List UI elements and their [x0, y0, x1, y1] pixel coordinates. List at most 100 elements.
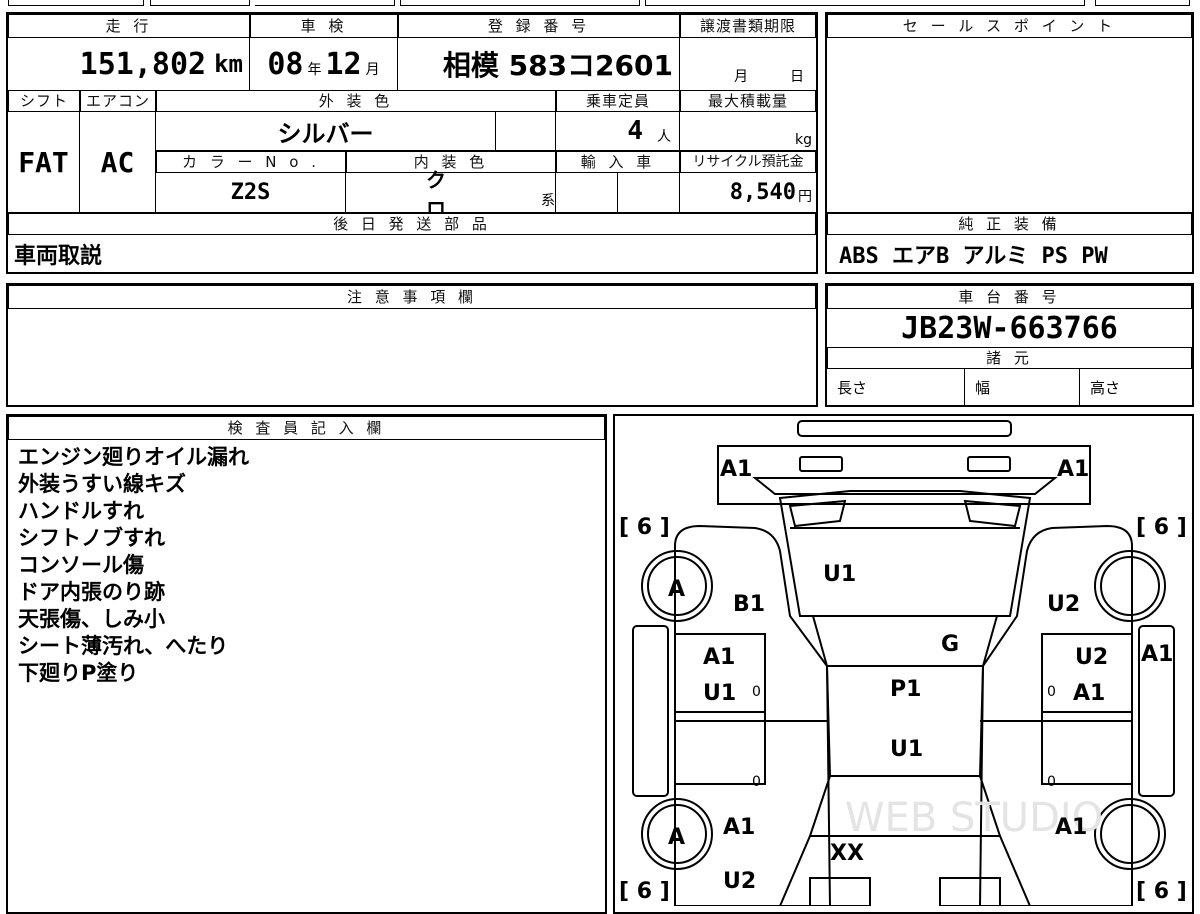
year-unit: 年: [307, 62, 322, 78]
tire-fr-label: [ 6 ]: [1136, 515, 1187, 540]
rear-right-label: A1: [1055, 815, 1087, 840]
recycle-fee-header: リサイクル預託金: [680, 151, 816, 173]
left-front-door-label-2: U1: [703, 681, 736, 706]
left-lamp-shape: [799, 456, 843, 472]
inspection-month: 12: [325, 46, 362, 82]
inspector-notes-list: エンジン廻りオイル漏れ 外装うすい線キズ ハンドルすれ シフトノブすれ コンソー…: [8, 444, 598, 687]
top-strip-4: [400, 0, 640, 6]
registration-value: 相模 583コ2601: [442, 49, 673, 82]
left-fender-label: B1: [733, 592, 765, 617]
inspector-note: ドア内張のり跡: [18, 580, 165, 604]
inspection-header: 車 検: [250, 14, 398, 38]
tire-fl-label: [ 6 ]: [619, 515, 670, 540]
inspector-note: シート薄汚れ、へたり: [18, 634, 229, 658]
inspector-note: 外装うすい線キズ: [18, 472, 186, 496]
spec-height-label: 高さ: [1090, 378, 1121, 397]
front-right-label: A1: [1057, 457, 1089, 482]
right-side-label: A1: [1141, 642, 1173, 667]
right-front-door-label-1: U2: [1075, 645, 1108, 670]
top-strip-2: [150, 0, 250, 6]
shift-header: シフト: [8, 90, 80, 112]
spec-width-label: 幅: [975, 378, 991, 397]
sales-point-box: セ ー ル ス ポ イ ン ト 純 正 装 備 ABS エアB アルミ PS P…: [825, 12, 1194, 274]
wheel-fr-shape: [1094, 550, 1166, 622]
aircon-cell: AC: [80, 112, 156, 212]
chassis-box: 車 台 番 号 JB23W-663766 諸 元 長さ 幅 高さ: [825, 283, 1194, 407]
tire-fr-value: 6: [1154, 515, 1169, 540]
chassis-no-cell: JB23W-663766: [827, 309, 1192, 347]
max-load-unit: kg: [795, 132, 812, 148]
transfer-deadline-header: 譲渡書類期限: [680, 14, 816, 38]
rear-left-bottom-label: U2: [723, 869, 756, 894]
later-parts-cell: 車両取説: [8, 235, 816, 272]
later-parts-header: 後 日 発 送 部 品: [8, 213, 816, 235]
inspection-year: 08: [267, 46, 304, 82]
right-front-door-label-2: A1: [1073, 681, 1105, 706]
top-strip-3: [255, 0, 395, 6]
later-parts-value: 車両取説: [14, 243, 103, 269]
door-mark-rl: 0: [752, 774, 761, 790]
mileage-header: 走 行: [8, 14, 250, 38]
top-strip-5: [645, 0, 1085, 6]
spec-height-cell: 高さ: [1080, 369, 1192, 405]
inspector-note: シフトノブすれ: [18, 526, 165, 550]
wheel-rr-shape: [1094, 798, 1166, 870]
exterior-color-value: シルバー: [277, 119, 374, 148]
recycle-unit: 円: [798, 188, 812, 205]
mileage-value: 151,802: [79, 46, 207, 82]
import-cell-1: [556, 173, 618, 212]
vehicle-info-box: 走 行 車 検 登 録 番 号 譲渡書類期限 151,802 km 08 年 1…: [6, 12, 818, 274]
left-step-shape: [632, 625, 669, 797]
tire-rl-value: 6: [637, 879, 652, 904]
door-mark-rr: 0: [1047, 774, 1056, 790]
inspection-cell: 08 年 12 月: [250, 38, 398, 90]
windshield-label: G: [941, 632, 959, 657]
tire-rr-value: 6: [1154, 879, 1169, 904]
sales-point-body: [827, 38, 1192, 213]
door-mark-fr: 0: [1047, 684, 1056, 700]
right-fender-label: U2: [1047, 592, 1080, 617]
specs-header: 諸 元: [827, 347, 1192, 369]
color-no-cell: Z2S: [156, 173, 346, 212]
chassis-no-header: 車 台 番 号: [827, 285, 1192, 309]
top-strip-6: [1095, 0, 1190, 6]
left-front-door-label-1: A1: [703, 645, 735, 670]
recycle-fee-cell: 8,540 円: [680, 173, 816, 212]
transfer-month-unit: 月: [734, 69, 748, 85]
spec-length-label: 長さ: [837, 378, 868, 397]
transfer-day-unit: 日: [790, 69, 804, 85]
right-lamp-shape: [967, 456, 1011, 472]
shift-cell: FAT: [8, 112, 80, 212]
max-load-cell: kg: [680, 112, 816, 150]
interior-color-cell: クロ 系: [346, 168, 556, 221]
roof-rear-label: U1: [890, 737, 923, 762]
inspector-box: 検 査 員 記 入 欄 エンジン廻りオイル漏れ 外装うすい線キズ ハンドルすれ …: [6, 414, 607, 914]
exterior-color-header: 外 装 色: [156, 90, 556, 112]
capacity-value: 4: [627, 116, 643, 146]
standard-equipment-value: ABS エアB アルミ PS PW: [839, 243, 1108, 269]
inspector-note: コンソール傷: [18, 553, 144, 577]
aircon-value: AC: [100, 145, 135, 179]
transfer-deadline-cell: 月 日: [680, 38, 816, 90]
inspector-note: ハンドルすれ: [18, 499, 144, 523]
front-left-label: A1: [720, 457, 752, 482]
wheel-fl-label: A: [668, 577, 685, 602]
capacity-header: 乗車定員: [556, 90, 680, 112]
bonnet-label: U1: [823, 562, 856, 587]
door-mark-fl: 0: [752, 684, 761, 700]
windshield-shape: [811, 615, 999, 667]
mileage-cell: 151,802 km: [8, 38, 250, 90]
chassis-no-value: JB23W-663766: [901, 310, 1118, 346]
front-panel-shape: [717, 445, 1091, 505]
color-no-header: カ ラ ー N o .: [156, 151, 346, 173]
shift-value: FAT: [18, 145, 69, 179]
exterior-color-cell: シルバー: [156, 112, 496, 150]
tire-fl-value: 6: [637, 515, 652, 540]
tire-rr-label: [ 6 ]: [1136, 879, 1187, 904]
inspector-note: エンジン廻りオイル漏れ: [18, 445, 249, 469]
color-no-value: Z2S: [230, 180, 271, 205]
notes-header: 注 意 事 項 欄: [8, 285, 816, 309]
sales-point-header: セ ー ル ス ポ イ ン ト: [827, 14, 1192, 38]
spec-width-cell: 幅: [965, 369, 1080, 405]
front-bumper-shape: [797, 420, 1012, 437]
